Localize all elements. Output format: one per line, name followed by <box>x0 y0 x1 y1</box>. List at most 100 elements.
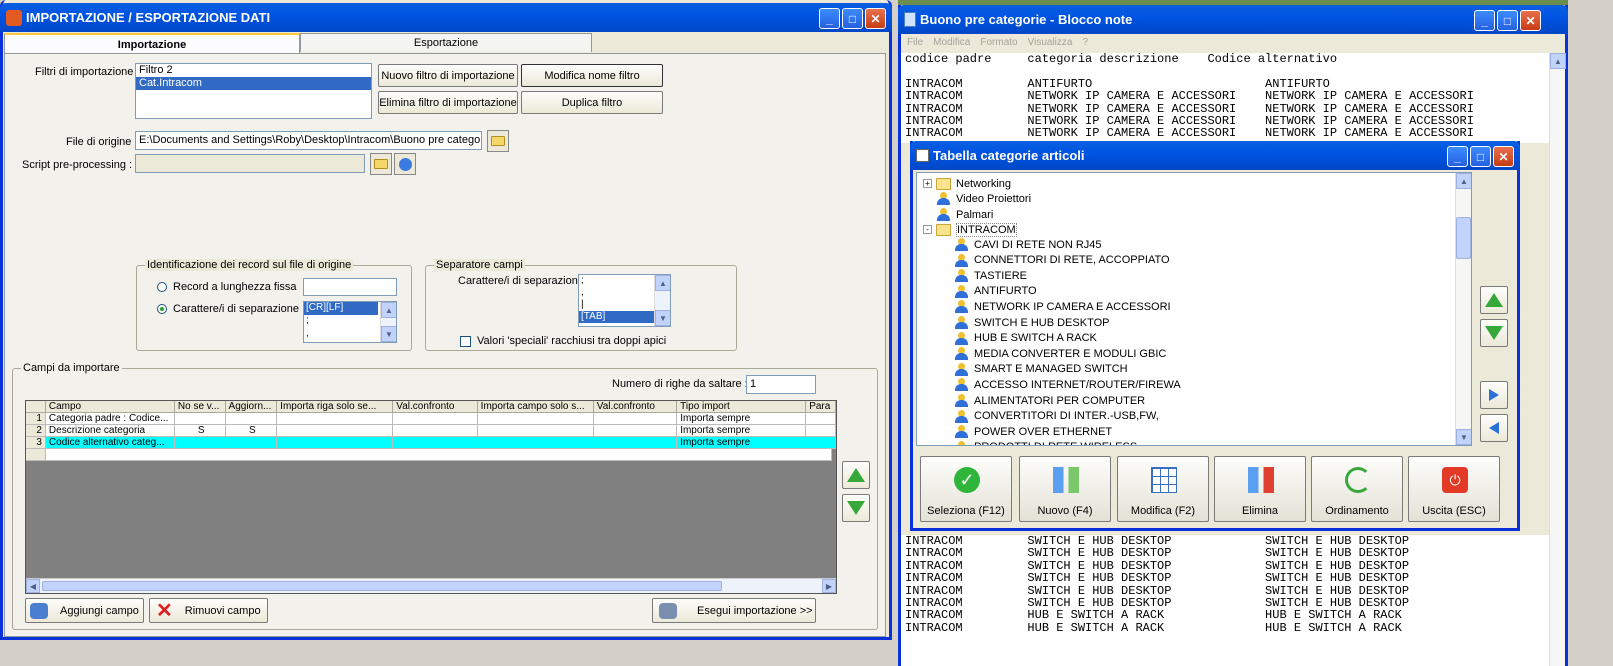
col-header[interactable]: Val.confronto <box>593 401 678 413</box>
cell[interactable] <box>477 425 594 437</box>
tree-item-subcategory[interactable]: ANTIFURTO <box>955 284 1037 299</box>
cell[interactable] <box>593 413 678 425</box>
menu-visualizza[interactable]: Visualizza <box>1028 37 1073 48</box>
table-row[interactable]: 1 Categoria padre : Codice... Importa se… <box>26 413 836 425</box>
col-header[interactable]: Importa campo solo s... <box>477 401 594 413</box>
cell[interactable] <box>806 425 836 437</box>
notepad-text-top[interactable]: codice padre categoria descrizione Codic… <box>901 53 1549 143</box>
filters-list[interactable]: Filtro 2 Cat.Intracom <box>135 63 372 119</box>
cell-campo[interactable]: Categoria padre : Codice... <box>45 413 175 425</box>
menu-help[interactable]: ? <box>1082 37 1088 48</box>
run-import-button[interactable]: Esegui importazione >> <box>652 598 816 623</box>
add-field-button[interactable]: Aggiungi campo <box>25 598 144 623</box>
cell-aggiorn[interactable] <box>225 437 278 449</box>
notepad-title-bar[interactable]: Buono pre categorie - Blocco note _ □ ✕ <box>898 5 1568 34</box>
cell[interactable] <box>593 437 678 449</box>
tree-item-intracom[interactable]: - INTRACOM <box>923 222 1017 237</box>
minimize-button[interactable]: _ <box>1474 10 1495 31</box>
move-down-button[interactable] <box>842 494 870 522</box>
cell-nosev[interactable] <box>174 413 226 425</box>
tree-item-subcategory[interactable]: PRODOTTI DI RETE WIRELESS <box>955 440 1137 445</box>
select-button[interactable]: ✓ Seleziona (F12) <box>920 456 1012 522</box>
tree-scrollbar[interactable]: ▲ ▼ <box>1455 173 1471 445</box>
move-up-button[interactable] <box>842 461 870 489</box>
cell-tipo[interactable]: Importa sempre <box>677 413 807 425</box>
category-outdent-button[interactable] <box>1480 414 1508 442</box>
new-button[interactable]: Nuovo (F4) <box>1019 456 1111 522</box>
table-row-empty[interactable] <box>26 449 836 461</box>
notepad-scrollbar[interactable]: ▲ <box>1549 53 1566 666</box>
cell[interactable] <box>277 437 394 449</box>
cell-nosev[interactable]: S <box>174 425 226 437</box>
field-sep-scrollbar[interactable]: ▲ ▼ <box>654 275 670 326</box>
delete-button[interactable]: Elimina <box>1214 456 1306 522</box>
close-button[interactable]: ✕ <box>865 8 886 29</box>
category-tree[interactable]: + Networking Video Proiettori Palmari - … <box>916 172 1472 446</box>
notepad-text-bottom[interactable]: INTRACOM SWITCH E HUB DESKTOP SWITCH E H… <box>901 535 1549 666</box>
cell-aggiorn[interactable] <box>225 413 278 425</box>
col-header[interactable]: Importa riga solo se... <box>277 401 394 413</box>
close-button[interactable]: ✕ <box>1520 10 1541 31</box>
cell[interactable] <box>393 413 478 425</box>
cell-campo[interactable]: Codice alternativo categ... <box>45 437 175 449</box>
import-title-bar[interactable]: IMPORTAZIONE / ESPORTAZIONE DATI _ □ ✕ <box>0 3 892 32</box>
script-run-icon[interactable] <box>394 153 416 175</box>
category-indent-button[interactable] <box>1480 381 1508 409</box>
col-header[interactable]: Tipo import <box>677 401 807 413</box>
maximize-button[interactable]: □ <box>1497 10 1518 31</box>
field-sep-list[interactable]: ; , | [TAB] ▲ ▼ <box>578 274 671 327</box>
close-button[interactable]: ✕ <box>1493 146 1514 167</box>
maximize-button[interactable]: □ <box>842 8 863 29</box>
tree-item-subcategory[interactable]: HUB E SWITCH A RACK <box>955 331 1097 346</box>
tree-item-subcategory[interactable]: MEDIA CONVERTER E MODULI GBIC <box>955 346 1166 361</box>
cell[interactable] <box>806 413 836 425</box>
col-header[interactable]: No se v... <box>174 401 226 413</box>
record-sep-radio[interactable] <box>157 304 167 314</box>
record-sep-scrollbar[interactable]: ▲ ▼ <box>380 302 396 342</box>
rename-filter-button[interactable]: Modifica nome filtro <box>521 64 663 87</box>
collapse-minus-icon[interactable]: - <box>923 225 932 234</box>
sort-button[interactable]: Ordinamento <box>1311 456 1403 522</box>
cell[interactable] <box>477 413 594 425</box>
table-row[interactable]: 2 Descrizione categoria S S Importa semp… <box>26 425 836 437</box>
cell-tipo[interactable]: Importa sempre <box>677 425 807 437</box>
cell-tipo[interactable]: Importa sempre <box>677 437 807 449</box>
expand-plus-icon[interactable]: + <box>923 179 932 188</box>
new-filter-button[interactable]: Nuovo filtro di importazione <box>378 64 518 87</box>
cell[interactable] <box>477 437 594 449</box>
grid-hscrollbar[interactable]: ◀ ▶ <box>26 578 836 593</box>
col-header[interactable]: Val.confronto <box>393 401 478 413</box>
cell-aggiorn[interactable]: S <box>225 425 278 437</box>
fields-grid[interactable]: Campo No se v... Aggiorn... Importa riga… <box>25 400 837 594</box>
tree-scroll-thumb[interactable] <box>1456 217 1471 259</box>
cell[interactable] <box>46 449 832 461</box>
col-header[interactable]: Campo <box>45 401 175 413</box>
cell[interactable] <box>277 425 394 437</box>
tree-item-subcategory[interactable]: TASTIERE <box>955 268 1027 283</box>
tab-importazione[interactable]: Importazione <box>4 33 300 54</box>
exit-button[interactable]: ⏻ Uscita (ESC) <box>1408 456 1500 522</box>
tree-item-palmari[interactable]: Palmari <box>937 207 993 222</box>
filter-item[interactable]: Filtro 2 <box>136 64 371 77</box>
tree-item-subcategory[interactable]: SMART E MANAGED SWITCH <box>955 362 1128 377</box>
minimize-button[interactable]: _ <box>1447 146 1468 167</box>
tree-item-subcategory[interactable]: POWER OVER ETHERNET <box>955 424 1112 439</box>
cell[interactable] <box>393 425 478 437</box>
cell-nosev[interactable] <box>174 437 226 449</box>
tree-item-subcategory[interactable]: CONVERTITORI DI INTER.-USB,FW, <box>955 409 1159 424</box>
categories-title-bar[interactable]: Tabella categorie articoli _ □ ✕ <box>910 141 1520 170</box>
quotes-checkbox[interactable] <box>460 336 471 347</box>
tree-item-subcategory[interactable]: ALIMENTATORI PER COMPUTER <box>955 393 1145 408</box>
tree-item-video-proiettori[interactable]: Video Proiettori <box>937 191 1031 206</box>
field-sep-item-selected[interactable]: [TAB] <box>579 311 654 323</box>
tree-item-networking[interactable]: + Networking <box>923 176 1011 191</box>
cell[interactable] <box>393 437 478 449</box>
delete-filter-button[interactable]: Elimina filtro di importazione <box>378 91 518 114</box>
script-folder-icon[interactable] <box>370 153 392 175</box>
maximize-button[interactable]: □ <box>1470 146 1491 167</box>
col-header[interactable]: Aggiorn... <box>225 401 278 413</box>
cell[interactable] <box>593 425 678 437</box>
tree-item-subcategory[interactable]: CONNETTORI DI RETE, ACCOPPIATO <box>955 253 1170 268</box>
record-sep-item[interactable]: [CR][LF] <box>304 302 378 315</box>
cell[interactable] <box>806 437 836 449</box>
